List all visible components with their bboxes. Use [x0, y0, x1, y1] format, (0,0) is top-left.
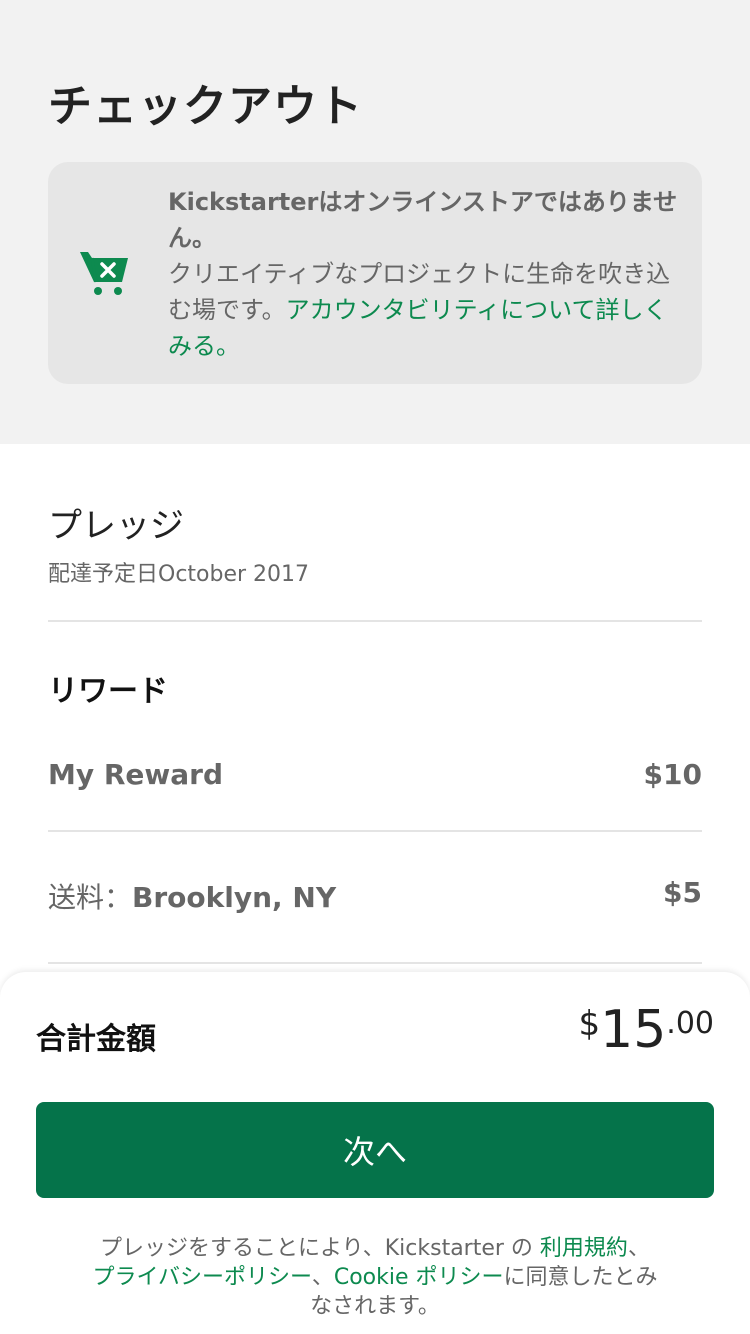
shipping-label-wrap: 送料：Brooklyn, NY [48, 876, 336, 916]
shipping-amount: $5 [663, 876, 702, 909]
legal-prefix: プレッジをすることにより、Kickstarter の [100, 1236, 540, 1261]
cookie-link[interactable]: Cookie ポリシー [334, 1265, 504, 1290]
divider [48, 830, 702, 832]
shipping-label: 送料： [48, 881, 133, 914]
reward-name: My Reward [48, 758, 224, 791]
info-notice: Kickstarterはオンラインストアではありません。 クリエイティブなプロジ… [48, 162, 702, 384]
terms-link[interactable]: 利用規約 [540, 1236, 628, 1261]
legal-text: プレッジをすることにより、Kickstarter の 利用規約、プライバシーポリ… [90, 1234, 660, 1321]
top-panel: チェックアウト Kickstarterはオンラインストアではありません。 クリエ… [0, 0, 750, 444]
privacy-link[interactable]: プライバシーポリシー [92, 1265, 311, 1290]
shipping-row: 送料：Brooklyn, NY $5 [48, 876, 702, 920]
divider [48, 620, 702, 622]
reward-row: My Reward $10 [48, 758, 702, 802]
legal-sep: 、 [627, 1236, 650, 1261]
next-button[interactable]: 次へ [36, 1102, 714, 1198]
page-title: チェックアウト [48, 81, 363, 132]
reward-amount: $10 [643, 758, 702, 791]
rewards-heading: リワード [48, 674, 168, 709]
pledge-heading: プレッジ [48, 506, 184, 546]
total-whole: 15 [600, 1000, 667, 1060]
total-amount: $15.00 [578, 1000, 714, 1060]
cart-x-icon [78, 248, 134, 298]
total-label: 合計金額 [36, 1022, 156, 1057]
total-currency: $ [578, 1004, 601, 1044]
total-cents: .00 [666, 1006, 714, 1041]
checkout-footer-sheet: 合計金額 $15.00 次へ プレッジをすることにより、Kickstarter … [0, 972, 750, 1334]
legal-sep: 、 [311, 1265, 334, 1290]
notice-headline: Kickstarterはオンラインストアではありません。 [168, 188, 678, 252]
divider [48, 962, 702, 964]
shipping-location: Brooklyn, NY [132, 881, 337, 914]
notice-text: Kickstarterはオンラインストアではありません。 クリエイティブなプロジ… [168, 184, 678, 364]
delivery-date: 配達予定日October 2017 [48, 562, 310, 587]
